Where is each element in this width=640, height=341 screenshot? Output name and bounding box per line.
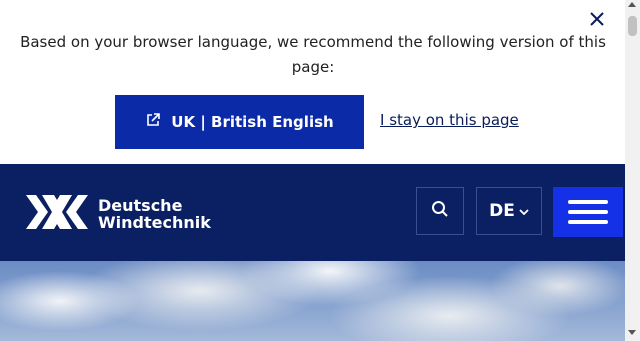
hamburger-line xyxy=(568,220,608,224)
close-icon[interactable] xyxy=(586,8,608,30)
site-header: Deutsche Windtechnik DE xyxy=(0,164,625,261)
switch-language-label: UK | British English xyxy=(171,113,334,131)
scroll-down-arrow-icon[interactable] xyxy=(628,330,636,335)
stay-on-page-link[interactable]: I stay on this page xyxy=(380,111,519,129)
search-button[interactable] xyxy=(416,187,464,235)
logo-text-line2: Windtechnik xyxy=(98,213,211,232)
logo-mark-icon xyxy=(24,191,90,237)
search-icon xyxy=(431,200,449,222)
scroll-up-arrow-icon[interactable] xyxy=(628,2,636,7)
external-link-icon xyxy=(145,112,161,132)
scrollbar[interactable] xyxy=(625,0,640,341)
banner-message: Based on your browser language, we recom… xyxy=(20,33,606,76)
menu-button[interactable] xyxy=(553,187,623,237)
chevron-down-icon xyxy=(519,201,529,221)
hamburger-line xyxy=(568,210,608,214)
logo-text-line1: Deutsche xyxy=(98,196,183,215)
language-recommendation-banner: Based on your browser language, we recom… xyxy=(0,0,625,164)
switch-language-button[interactable]: UK | British English xyxy=(115,95,364,149)
hero-image xyxy=(0,261,625,341)
hamburger-line xyxy=(568,200,608,204)
logo[interactable]: Deutsche Windtechnik xyxy=(24,191,211,237)
language-selector[interactable]: DE xyxy=(476,187,542,235)
language-selector-label: DE xyxy=(489,201,515,221)
scrollbar-thumb[interactable] xyxy=(628,16,637,36)
